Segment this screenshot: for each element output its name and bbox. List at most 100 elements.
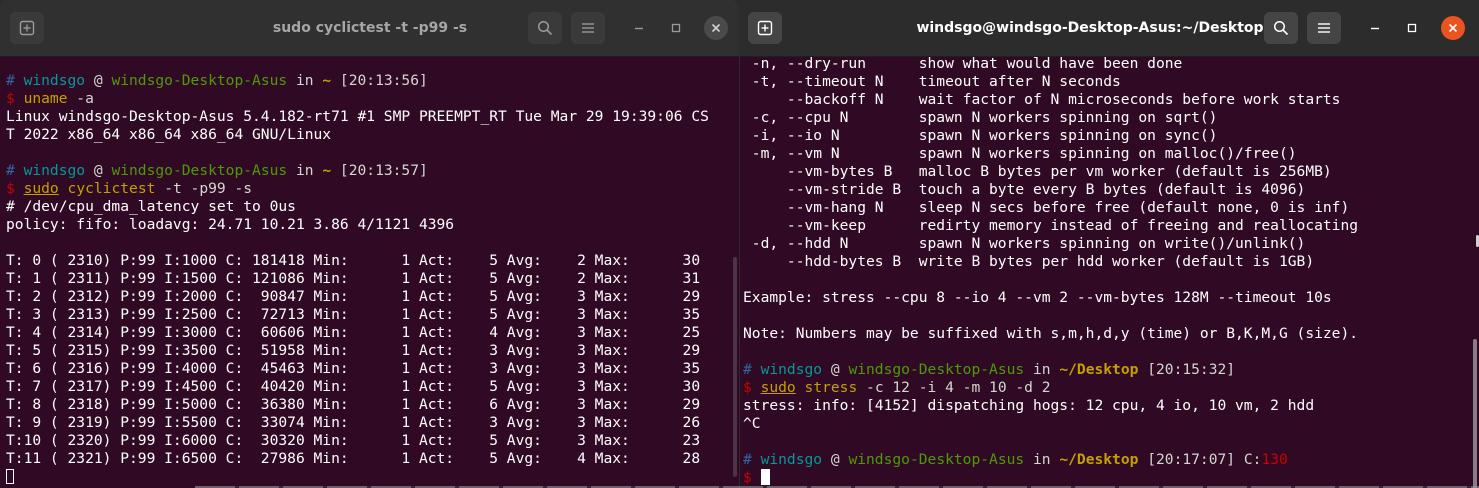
terminal-text-segment: @ (822, 451, 849, 468)
terminal-text-segment: T:10 ( 2320) P:99 I:6000 C: 30320 Min: 1… (6, 432, 701, 449)
terminal-text-segment: # (743, 451, 761, 468)
minimize-icon (635, 27, 643, 30)
terminal-text-segment: windsgo-Desktop-Asus (111, 162, 288, 179)
right-terminal-line (743, 271, 1358, 289)
maximize-icon (671, 23, 681, 33)
left-maximize-button[interactable] (664, 16, 688, 40)
terminal-text-segment: stress: info: [4152] dispatching hogs: 1… (743, 397, 1315, 414)
terminal-text-segment: -a (67, 90, 94, 107)
terminal-text-segment: # /dev/cpu_dma_latency set to 0us (6, 198, 296, 215)
right-search-button[interactable] (1264, 12, 1298, 44)
terminal-text-segment: --vm-stride B touch a byte every B bytes… (743, 181, 1306, 198)
terminal-text-segment: T 2022 x86_64 x86_64 x86_64 GNU/Linux (6, 126, 332, 143)
right-terminal-line: -d, --hdd N spawn N workers spinning on … (743, 235, 1358, 253)
terminal-text-segment: T: 4 ( 2314) P:99 I:3000 C: 60606 Min: 1… (6, 324, 701, 341)
terminal-text-segment: ~ (322, 72, 332, 89)
terminal-text-segment: policy: fifo: loadavg: 24.71 10.21 3.86 … (6, 216, 455, 233)
terminal-text-segment: Example: stress --cpu 8 --io 4 --vm 2 --… (743, 289, 1332, 306)
left-terminal-line (6, 234, 709, 252)
terminal-text-segment: sudo (23, 180, 59, 197)
new-tab-icon (19, 20, 35, 36)
terminal-text-segment: T: 2 ( 2312) P:99 I:2000 C: 90847 Min: 1… (6, 288, 701, 305)
terminal-text-segment: -d, --hdd N spawn N workers spinning on … (743, 235, 1306, 252)
terminal-text-segment: [20:13:57] (331, 162, 428, 179)
left-terminal-line: T: 0 ( 2310) P:99 I:1000 C: 181418 Min: … (6, 252, 709, 270)
left-search-button[interactable] (528, 12, 562, 44)
terminal-text-segment: -n, --dry-run show what would have been … (743, 57, 1183, 72)
right-terminal-line: --vm-keep redirty memory instead of free… (743, 217, 1358, 235)
right-maximize-button[interactable] (1400, 16, 1424, 40)
right-minimize-button[interactable] (1363, 16, 1387, 40)
terminal-text-segment: T: 6 ( 2316) P:99 I:4000 C: 45463 Min: 1… (6, 360, 701, 377)
terminal-text-segment: 130 (1261, 451, 1288, 468)
right-terminal-line: --vm-stride B touch a byte every B bytes… (743, 181, 1358, 199)
terminal-text-segment: stress (804, 379, 858, 396)
right-terminal-line: $ sudo stress -c 12 -i 4 -m 10 -d 2 (743, 379, 1358, 397)
terminal-text-segment: [20:17:07] C: (1138, 451, 1262, 468)
left-menu-button[interactable] (571, 12, 605, 44)
close-icon (1448, 23, 1458, 33)
left-titlebar[interactable]: sudo cyclictest -t -p99 -s (0, 0, 739, 57)
terminal-text-segment: $ (743, 469, 761, 486)
left-terminal-line (6, 144, 709, 162)
terminal-text-segment: windsgo (23, 162, 86, 179)
left-close-button[interactable] (704, 16, 728, 40)
terminal-text-segment: Note: Numbers may be suffixed with s,m,h… (743, 325, 1359, 342)
right-terminal-line: $ (743, 469, 1358, 487)
terminal-text-segment: --vm-hang N sleep N secs before free (de… (743, 199, 1350, 216)
right-terminal-line: ^C (743, 415, 1358, 433)
terminal-text-segment: sudo (760, 379, 796, 396)
right-titlebar[interactable]: windsgo@windsgo-Desktop-Asus:~/Desktop (740, 0, 1479, 57)
search-icon (537, 20, 553, 36)
right-close-button[interactable] (1441, 16, 1465, 40)
terminal-text-segment: --hdd-bytes B write B bytes per hdd work… (743, 253, 1315, 270)
terminal-text-segment: in (287, 162, 323, 179)
search-icon (1273, 20, 1289, 36)
terminal-text-segment: -i, --io N spawn N workers spinning on s… (743, 127, 1218, 144)
close-icon (711, 23, 721, 33)
left-terminal-line: T: 2 ( 2312) P:99 I:2000 C: 90847 Min: 1… (6, 288, 709, 306)
hamburger-menu-icon (1318, 23, 1330, 33)
right-terminal-line: # windsgo @ windsgo-Desktop-Asus in ~/De… (743, 361, 1358, 379)
terminal-text-segment: [20:13:56] (331, 72, 428, 89)
terminal-text-segment: windsgo-Desktop-Asus (111, 72, 288, 89)
terminal-text-segment: # (743, 361, 761, 378)
left-terminal-line: T:11 ( 2321) P:99 I:6500 C: 27986 Min: 1… (6, 450, 709, 468)
terminal-text-segment: -c, --cpu N spawn N workers spinning on … (743, 109, 1218, 126)
right-terminal-line: --vm-bytes B malloc B bytes per vm worke… (743, 163, 1358, 181)
left-minimize-button[interactable] (627, 16, 651, 40)
left-terminal-output[interactable]: # windsgo @ windsgo-Desktop-Asus in ~ [2… (0, 57, 739, 488)
left-scrollbar[interactable] (733, 257, 737, 477)
left-terminal-line: # /dev/cpu_dma_latency set to 0us (6, 198, 709, 216)
terminal-text-segment: -t, --timeout N timeout after N seconds (743, 73, 1121, 90)
left-terminal-line: # windsgo @ windsgo-Desktop-Asus in ~ [2… (6, 162, 709, 180)
left-terminal-line: Linux windsgo-Desktop-Asus 5.4.182-rt71 … (6, 108, 709, 126)
right-new-tab-button[interactable] (748, 12, 782, 44)
left-terminal-line: T: 8 ( 2318) P:99 I:5000 C: 36380 Min: 1… (6, 396, 709, 414)
left-terminal-line: T: 9 ( 2319) P:99 I:5500 C: 33074 Min: 1… (6, 414, 709, 432)
terminal-text-segment: # (6, 72, 24, 89)
terminal-text-segment: $ (6, 90, 24, 107)
right-scrollbar[interactable] (1473, 339, 1477, 488)
terminal-text-segment: $ (6, 180, 24, 197)
terminal-text-segment: Linux windsgo-Desktop-Asus 5.4.182-rt71 … (6, 108, 709, 125)
right-terminal-output[interactable]: -n, --dry-run show what would have been … (740, 57, 1479, 488)
terminal-text-segment: # (6, 162, 24, 179)
terminal-text-segment: T:11 ( 2321) P:99 I:6500 C: 27986 Min: 1… (6, 450, 701, 467)
right-terminal-window[interactable]: windsgo@windsgo-Desktop-Asus:~/Desktop -… (740, 0, 1479, 488)
terminal-text-segment: T: 3 ( 2313) P:99 I:2500 C: 72713 Min: 1… (6, 306, 701, 323)
right-menu-button[interactable] (1307, 12, 1341, 44)
left-terminal-window[interactable]: sudo cyclictest -t -p99 -s # windsgo @ w… (0, 0, 739, 488)
left-window-title: sudo cyclictest -t -p99 -s (272, 20, 468, 36)
terminal-text-segment: [20:15:32] (1138, 361, 1236, 378)
terminal-text-segment: -m, --vm N spawn N workers spinning on m… (743, 145, 1297, 162)
right-terminal-line: -m, --vm N spawn N workers spinning on m… (743, 145, 1358, 163)
terminal-text-segment: T: 1 ( 2311) P:99 I:1500 C: 121086 Min: … (6, 270, 701, 287)
minimize-icon (1371, 27, 1379, 30)
right-terminal-line: --backoff N wait factor of N microsecond… (743, 91, 1358, 109)
left-new-tab-button[interactable] (10, 12, 44, 44)
left-terminal-line: T: 1 ( 2311) P:99 I:1500 C: 121086 Min: … (6, 270, 709, 288)
terminal-text-segment: T: 8 ( 2318) P:99 I:5000 C: 36380 Min: 1… (6, 396, 701, 413)
terminal-text-segment: $ (743, 379, 761, 396)
